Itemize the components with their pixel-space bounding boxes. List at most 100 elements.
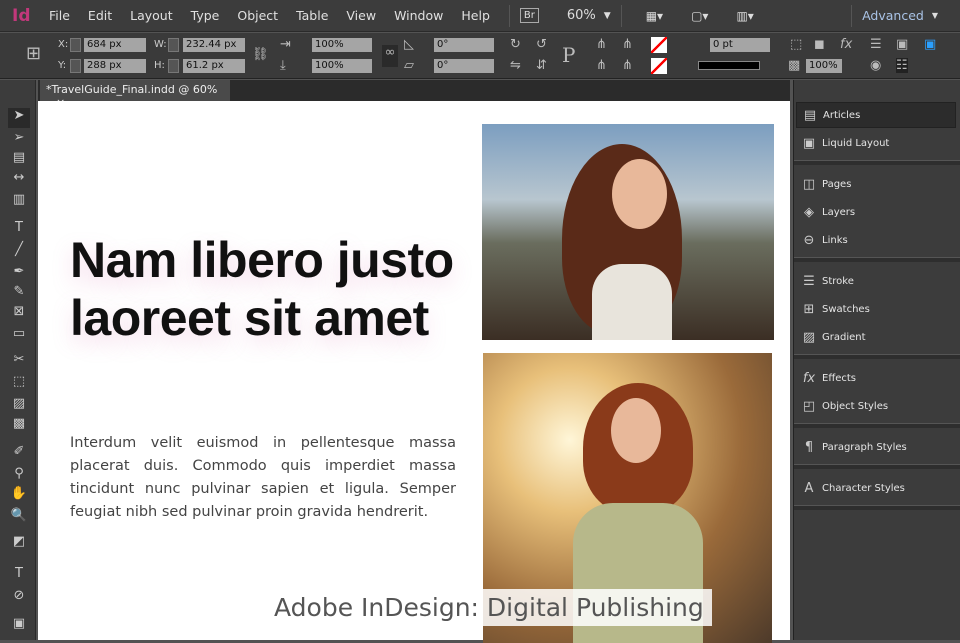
arrange-documents-icon[interactable]: ▥▾ bbox=[736, 9, 753, 23]
auto-fit-icon[interactable]: ▣ bbox=[924, 37, 936, 52]
rotate-ccw-icon[interactable]: ↺ bbox=[536, 37, 547, 52]
text-wrap-box-icon[interactable]: ▣ bbox=[896, 37, 908, 52]
pencil-tool-icon[interactable]: ✎ bbox=[8, 284, 30, 304]
panel-object-styles[interactable]: ◰ Object Styles bbox=[796, 393, 956, 419]
chevron-down-icon[interactable]: ▼ bbox=[932, 11, 938, 20]
document-page[interactable]: Nam libero justo laoreet sit amet Interd… bbox=[38, 101, 790, 643]
panel-effects[interactable]: fx Effects bbox=[796, 365, 956, 391]
panel-liquid-layout[interactable]: ▣ Liquid Layout bbox=[796, 130, 956, 156]
menu-edit[interactable]: Edit bbox=[79, 8, 121, 23]
selection-tool-icon[interactable]: ➤ bbox=[8, 108, 30, 128]
flip-horizontal-icon[interactable]: ⇋ bbox=[510, 58, 521, 73]
rectangle-frame-tool-icon[interactable]: ⊠ bbox=[8, 304, 30, 324]
select-content-icon[interactable]: ⋔ bbox=[596, 58, 607, 73]
fill-stroke-icon[interactable]: ◩ bbox=[8, 534, 30, 554]
shear-field[interactable]: 0° bbox=[434, 59, 494, 73]
shear-angle-icon: ▱ bbox=[404, 58, 414, 73]
document-tab[interactable]: *TravelGuide_Final.indd @ 60% × bbox=[40, 80, 230, 109]
hand-tool-icon[interactable]: ✋ bbox=[8, 486, 30, 506]
y-field[interactable]: 288 px bbox=[84, 59, 146, 73]
content-collector-icon[interactable]: ▥ bbox=[8, 192, 30, 212]
body-text[interactable]: Interdum velit euismod in pellentesque m… bbox=[70, 432, 456, 524]
panel-stroke[interactable]: ☰ Stroke bbox=[796, 268, 956, 294]
menu-view[interactable]: View bbox=[337, 8, 385, 23]
panel-gradient[interactable]: ▨ Gradient bbox=[796, 324, 956, 350]
select-previous-icon[interactable]: ⋔ bbox=[622, 37, 633, 52]
pen-tool-icon[interactable]: ✒ bbox=[8, 264, 30, 284]
x-stepper[interactable] bbox=[70, 38, 81, 52]
zoom-select[interactable]: 60% bbox=[567, 8, 596, 23]
menu-table[interactable]: Table bbox=[287, 8, 337, 23]
bridge-button[interactable]: Br bbox=[519, 8, 539, 23]
panel-swatches[interactable]: ⊞ Swatches bbox=[796, 296, 956, 322]
view-options-icon[interactable]: ▦▾ bbox=[646, 9, 663, 23]
gradient-tool-icon[interactable]: ▨ bbox=[8, 396, 30, 416]
scale-y-icon: ⤓ bbox=[280, 58, 286, 73]
panel-character-styles[interactable]: A Character Styles bbox=[796, 475, 956, 501]
rotate-field[interactable]: 0° bbox=[434, 38, 494, 52]
menu-help[interactable]: Help bbox=[452, 8, 499, 23]
headline[interactable]: Nam libero justo laoreet sit amet bbox=[70, 231, 490, 347]
type-tool-icon[interactable]: T bbox=[8, 220, 30, 240]
select-next-icon[interactable]: ⋔ bbox=[622, 58, 633, 73]
note-tool-icon[interactable]: ✐ bbox=[8, 444, 30, 464]
layers-icon: ◈ bbox=[804, 204, 814, 220]
rectangle-tool-icon[interactable]: ▭ bbox=[8, 326, 30, 346]
menu-layout[interactable]: Layout bbox=[121, 8, 182, 23]
constrain-proportions-icon[interactable]: ⛓ bbox=[252, 47, 269, 62]
stroke-weight-field[interactable]: 0 pt bbox=[710, 38, 770, 52]
scale-x-field[interactable]: 100% bbox=[312, 38, 372, 52]
panel-paragraph-styles[interactable]: ¶ Paragraph Styles bbox=[796, 434, 956, 460]
scissors-tool-icon[interactable]: ✂ bbox=[8, 352, 30, 372]
zoom-tool-icon[interactable]: 🔍 bbox=[8, 508, 30, 528]
rotate-cw-icon[interactable]: ↻ bbox=[510, 37, 521, 52]
menu-object[interactable]: Object bbox=[228, 8, 287, 23]
photo-woman-mountains[interactable] bbox=[482, 124, 774, 340]
panel-articles[interactable]: ▤ Articles bbox=[796, 102, 956, 128]
fx-icon[interactable]: fx bbox=[840, 37, 852, 52]
frame-corner-icon[interactable]: ⬚ bbox=[790, 37, 802, 52]
panel-pages[interactable]: ◫ Pages bbox=[796, 171, 956, 197]
drop-shadow-icon[interactable]: ◼ bbox=[814, 37, 825, 52]
h-label: H: bbox=[154, 60, 165, 71]
screen-mode-icon[interactable]: ▣ bbox=[8, 616, 30, 636]
y-stepper[interactable] bbox=[70, 59, 81, 73]
panel-layers[interactable]: ◈ Layers bbox=[796, 199, 956, 225]
stroke-type-select[interactable] bbox=[698, 61, 760, 70]
h-field[interactable]: 61.2 px bbox=[183, 59, 245, 73]
scale-y-field[interactable]: 100% bbox=[312, 59, 372, 73]
text-wrap-jump-icon[interactable]: ☷ bbox=[896, 58, 908, 73]
character-styles-icon: A bbox=[804, 480, 814, 496]
h-stepper[interactable] bbox=[168, 59, 179, 73]
direct-selection-tool-icon[interactable]: ➢ bbox=[8, 130, 30, 150]
stroke-swatch[interactable] bbox=[651, 58, 667, 74]
eyedropper-tool-icon[interactable]: ⚲ bbox=[8, 466, 30, 486]
link-scale-icon[interactable]: ∞ bbox=[382, 45, 398, 67]
menu-type[interactable]: Type bbox=[182, 8, 229, 23]
line-tool-icon[interactable]: ╱ bbox=[8, 242, 30, 262]
reference-point-icon[interactable]: ⊞ bbox=[26, 43, 41, 64]
formatting-container-icon[interactable]: T bbox=[8, 566, 30, 586]
select-container-icon[interactable]: ⋔ bbox=[596, 37, 607, 52]
w-stepper[interactable] bbox=[168, 38, 179, 52]
screen-mode-icon[interactable]: ▢▾ bbox=[691, 9, 708, 23]
opacity-field[interactable]: 100% bbox=[806, 59, 842, 73]
menu-window[interactable]: Window bbox=[385, 8, 452, 23]
x-field[interactable]: 684 px bbox=[84, 38, 146, 52]
w-field[interactable]: 232.44 px bbox=[183, 38, 245, 52]
flip-vertical-icon[interactable]: ⇵ bbox=[536, 58, 547, 73]
rotate-angle-icon: ◺ bbox=[404, 37, 414, 52]
workspace-switcher[interactable]: Advanced bbox=[862, 8, 924, 23]
gap-tool-icon[interactable]: ↔ bbox=[8, 170, 30, 190]
free-transform-tool-icon[interactable]: ⬚ bbox=[8, 374, 30, 394]
chevron-down-icon[interactable]: ▼ bbox=[604, 11, 611, 21]
apply-none-icon[interactable]: ⊘ bbox=[8, 588, 30, 608]
fill-swatch[interactable] bbox=[651, 37, 667, 53]
text-wrap-none-icon[interactable]: ☰ bbox=[870, 37, 882, 52]
gradient-feather-tool-icon[interactable]: ▩ bbox=[8, 416, 30, 436]
direction-indicator-icon: P bbox=[562, 43, 576, 67]
text-wrap-shape-icon[interactable]: ◉ bbox=[870, 58, 881, 73]
page-tool-icon[interactable]: ▤ bbox=[8, 150, 30, 170]
panel-links[interactable]: ⊖ Links bbox=[796, 227, 956, 253]
menu-file[interactable]: File bbox=[40, 8, 79, 23]
